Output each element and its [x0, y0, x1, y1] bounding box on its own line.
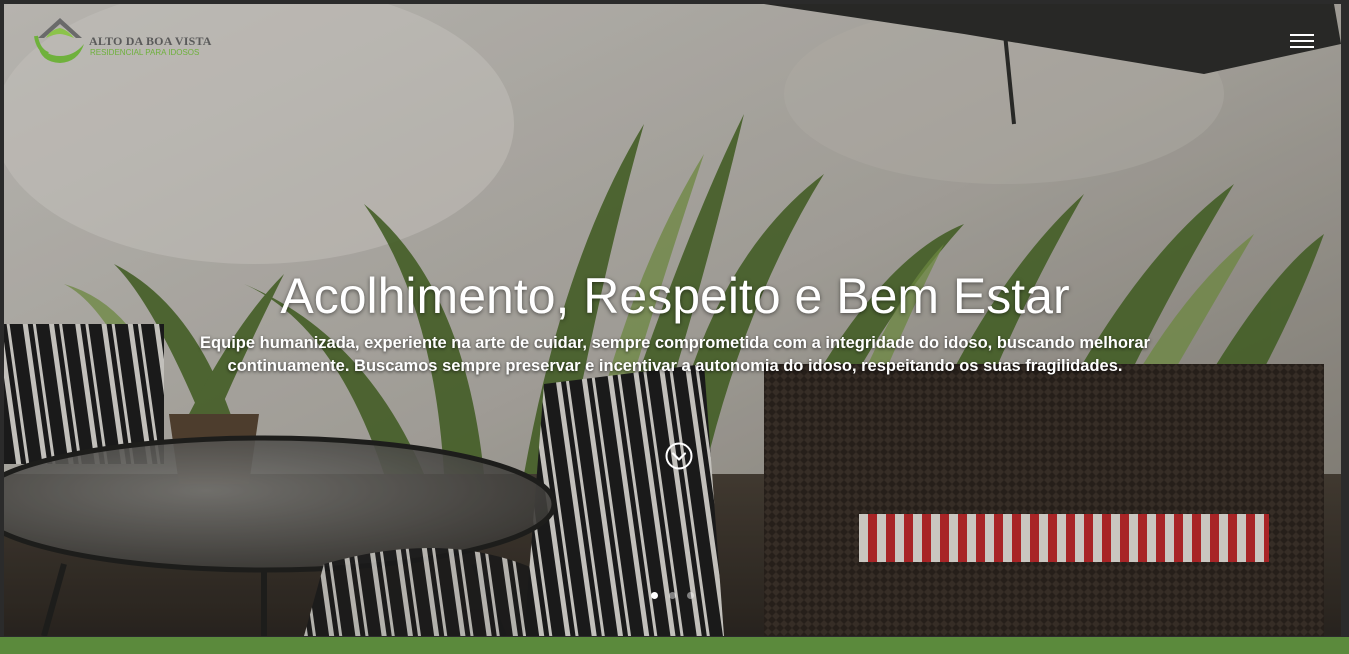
hero-headline: Acolhimento, Respeito e Bem Estar: [280, 268, 1070, 324]
hamburger-menu-icon[interactable]: [1288, 31, 1316, 51]
menu-line: [1290, 40, 1314, 42]
carousel-dot-2[interactable]: [669, 592, 676, 599]
logo-house-icon: [34, 18, 84, 63]
logo-subtitle: RESIDENCIAL PARA IDOSOS: [90, 48, 200, 57]
logo-title: ALTO DA BOA VISTA: [89, 34, 212, 48]
site-logo[interactable]: ALTO DA BOA VISTA RESIDENCIAL PARA IDOSO…: [34, 14, 214, 66]
carousel-dot-1[interactable]: [651, 592, 658, 599]
menu-line: [1290, 46, 1314, 48]
menu-line: [1290, 34, 1314, 36]
browser-frame: ALTO DA BOA VISTA RESIDENCIAL PARA IDOSO…: [0, 0, 1349, 654]
chevron-down-circle-icon[interactable]: [665, 442, 693, 470]
hero-description: Equipe humanizada, experiente na arte de…: [200, 334, 1150, 375]
bottom-accent-bar: [0, 637, 1349, 654]
carousel-dot-3[interactable]: [687, 592, 694, 599]
